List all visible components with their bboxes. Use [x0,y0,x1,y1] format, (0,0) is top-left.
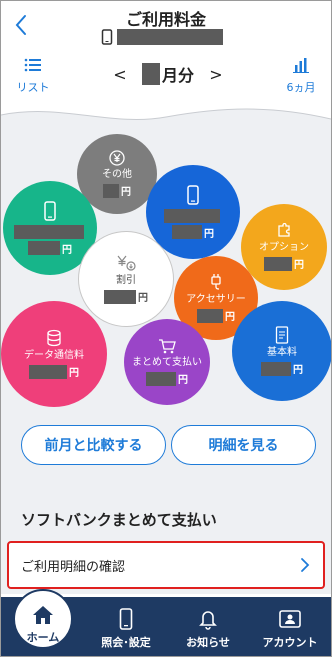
bubble-matomete-amount: 円 [146,371,188,386]
document-icon [275,326,289,344]
bubble-phone-amount: 円 [28,241,72,256]
database-icon [47,329,61,347]
yen-unit: 円 [121,187,131,198]
usage-details-row[interactable]: ご利用明細の確認 [7,541,325,589]
bubble-matomete[interactable]: まとめて支払い 円 [124,319,210,405]
bubble-basic[interactable]: 基本料 円 [232,301,331,401]
bubble-matomete-label: まとめて支払い [132,357,202,368]
yen-icon [109,150,125,166]
nav-notices-label: お知らせ [186,636,230,649]
section-title: ソフトバンクまとめて支払い [21,511,217,529]
yen-unit: 円 [178,375,188,386]
amount-redacted [103,183,119,198]
bubble-discount-label: 割引 [116,275,136,286]
amount-redacted [28,241,60,255]
bubble-option-label: オプション [259,242,309,253]
month-value: 月分 [141,62,194,86]
nav-notices[interactable]: お知らせ [173,607,243,650]
next-month-button[interactable]: > [209,65,223,84]
amount-redacted [104,289,136,304]
phone-number-redacted [117,29,223,45]
account-card-icon [279,610,301,628]
bubble-discount-amount: 円 [104,289,148,304]
bubble-other-label: その他 [102,169,132,180]
view-details-button[interactable]: 明細を見る [171,425,316,465]
six-month-button[interactable]: 6ヵ月 [281,57,321,95]
cart-icon [159,339,176,354]
bubble-accessory-amount: 円 [197,308,235,323]
bubble-device-name [164,208,222,223]
amount-redacted [29,364,67,379]
nav-inquiry-settings[interactable]: 照会･設定 [91,607,161,650]
header: ご利用料金 [1,1,331,49]
bar-chart-icon [293,58,309,73]
nav-account-label: アカウント [262,636,318,649]
smartphone-icon [44,200,56,221]
smartphone-icon [119,608,133,630]
bubble-phone-name [14,224,86,239]
bubble-device-amount: 円 [172,225,214,240]
list-label: リスト [16,81,50,94]
bubble-data-amount: 円 [29,364,79,379]
amount-redacted [261,361,291,376]
amount-redacted [146,371,176,386]
yen-unit: 円 [69,368,79,379]
yen-unit: 円 [204,228,214,240]
month-navigator: < 月分 > [113,61,223,87]
bubble-data[interactable]: データ通信料 円 [1,301,107,407]
bubble-basic-amount: 円 [261,361,303,376]
bell-icon [199,611,217,630]
torn-edge-decoration [1,108,331,145]
month-suffix: 月分 [161,66,194,85]
usage-details-label: ご利用明細の確認 [21,559,126,575]
nav-account[interactable]: アカウント [255,607,325,650]
prev-month-button[interactable]: < [113,65,127,84]
month-number-redacted [141,63,160,85]
bubble-data-label: データ通信料 [24,350,84,361]
nav-inquiry-label: 照会･設定 [101,636,151,649]
amount-redacted [172,225,202,239]
page-title: ご利用料金 [125,10,206,29]
phone-number-line [101,28,223,46]
chevron-right-icon [301,558,310,572]
yen-unit: 円 [62,244,72,256]
smartphone-icon [101,29,113,45]
bubble-other-amount: 円 [103,183,131,198]
app-frame: ご利用料金 リスト < 月分 > 6ヵ月 その他 円 円 円 オプション 円 割… [0,0,332,657]
yen-unit: 円 [293,365,303,376]
bubble-accessory-label: アクセサリー [186,294,246,305]
nav-home[interactable]: ホーム [13,597,73,645]
bubble-option-amount: 円 [264,256,304,271]
smartphone-icon [187,184,199,205]
plug-icon [211,274,221,290]
bubble-discount[interactable]: 割引 円 [78,231,174,327]
yen-unit: 円 [138,293,148,304]
list-view-button[interactable]: リスト [15,57,51,95]
yen-unit: 円 [294,260,304,271]
yen-unit: 円 [225,312,235,323]
discount-icon [117,255,136,271]
puzzle-icon [278,223,290,237]
compare-previous-month-button[interactable]: 前月と比較する [21,425,166,465]
bubble-option[interactable]: オプション 円 [241,204,327,290]
bubble-basic-label: 基本料 [267,347,297,358]
six-month-label: 6ヵ月 [286,81,316,94]
home-icon [33,606,53,624]
nav-home-label: ホーム [26,631,60,644]
name-redacted [164,208,220,223]
month-bar: リスト < 月分 > 6ヵ月 [1,49,331,101]
amount-redacted [264,256,292,271]
name-redacted [14,224,84,239]
list-icon [24,58,41,72]
amount-redacted [197,308,223,323]
